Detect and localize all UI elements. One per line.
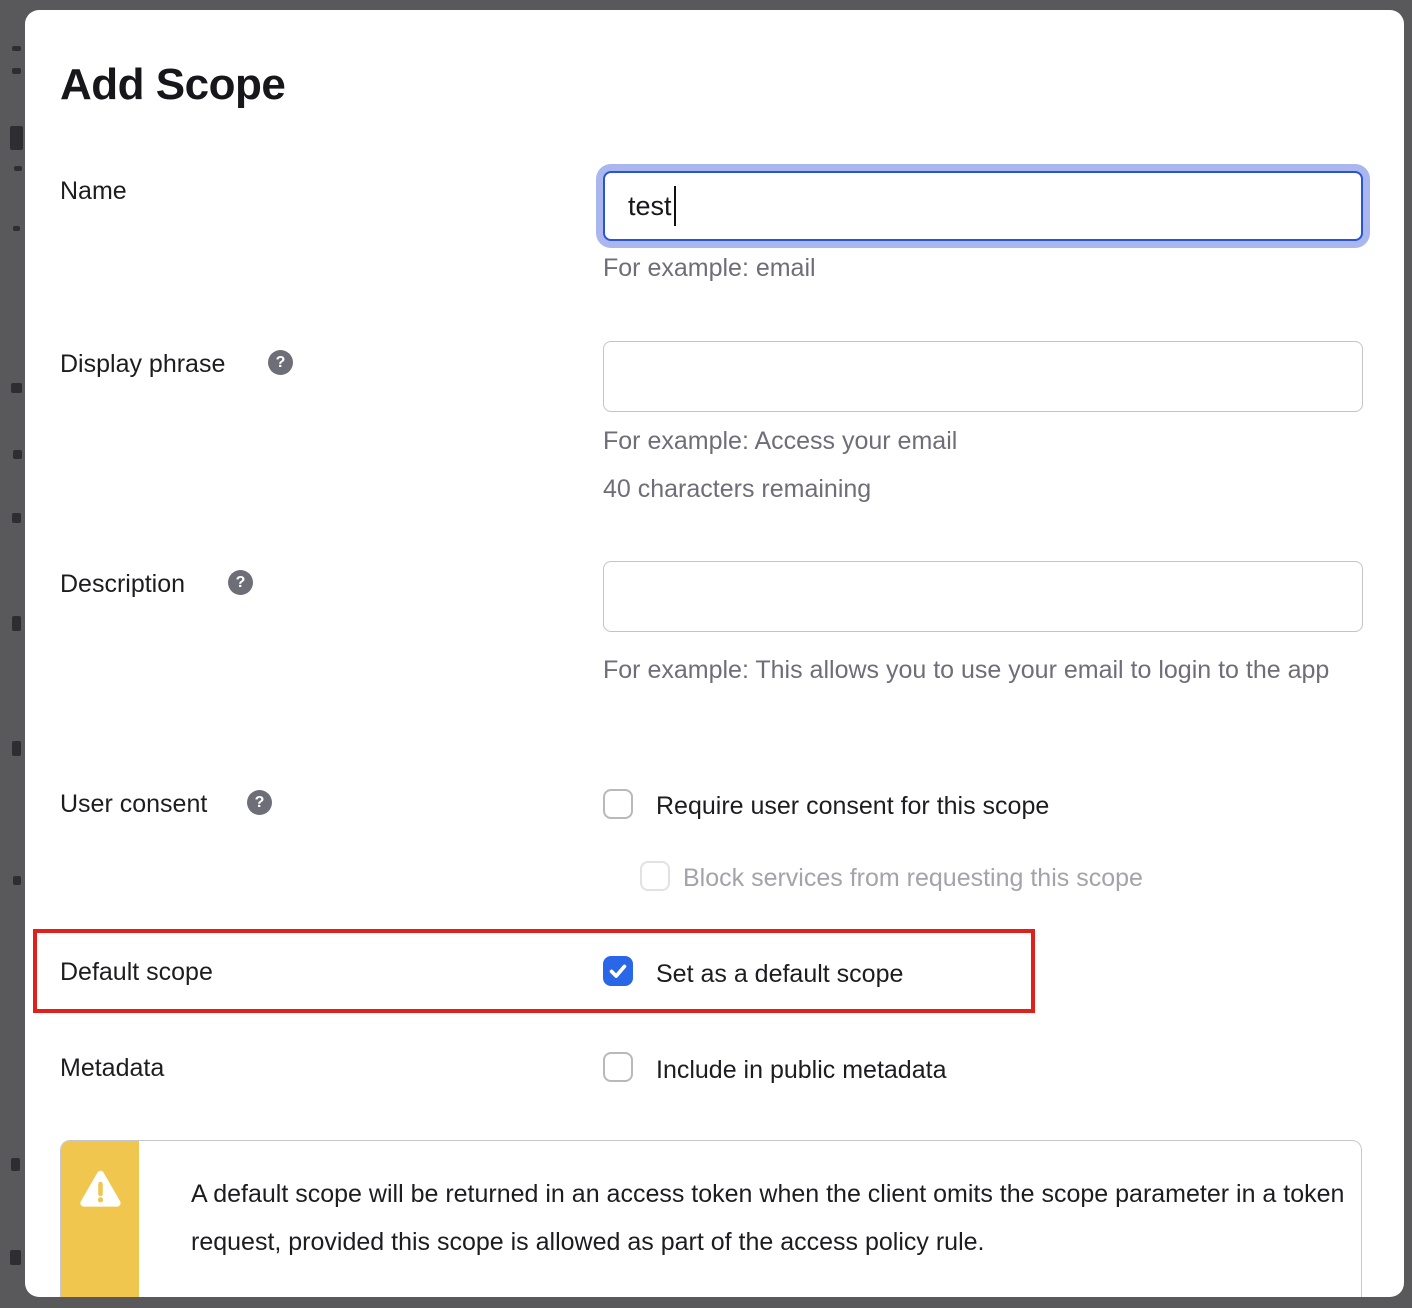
warning-triangle-icon <box>78 1169 123 1211</box>
require-user-consent-checkbox[interactable] <box>603 789 633 819</box>
name-input-value: test <box>628 191 672 222</box>
block-services-checkbox-label: Block services from requesting this scop… <box>683 864 1143 893</box>
characters-remaining-counter: 40 characters remaining <box>603 475 871 504</box>
display-phrase-label: Display phrase <box>60 350 225 379</box>
warning-stripe <box>61 1141 139 1297</box>
description-label: Description <box>60 570 185 599</box>
warning-text: A default scope will be returned in an a… <box>191 1171 1346 1266</box>
obscured-background-text-fragment <box>13 226 20 231</box>
include-public-metadata-checkbox[interactable] <box>603 1052 633 1082</box>
obscured-background-text-fragment <box>11 383 22 393</box>
add-scope-dialog: Add Scope Name test For example: email D… <box>25 10 1404 1297</box>
text-cursor <box>674 186 676 226</box>
description-input[interactable] <box>603 561 1363 632</box>
help-icon[interactable]: ? <box>228 570 253 595</box>
name-label: Name <box>60 177 127 206</box>
name-input[interactable]: test <box>603 171 1363 241</box>
modal-overlay: { "dialog": { "title": "Add Scope" }, "f… <box>0 0 1412 1308</box>
require-user-consent-checkbox-label[interactable]: Require user consent for this scope <box>656 792 1049 821</box>
obscured-background-text-fragment <box>11 1158 20 1171</box>
include-public-metadata-checkbox-label[interactable]: Include in public metadata <box>656 1056 946 1085</box>
set-default-scope-checkbox[interactable] <box>603 956 633 986</box>
default-scope-warning-banner: A default scope will be returned in an a… <box>60 1140 1362 1297</box>
display-phrase-hint: For example: Access your email <box>603 427 957 456</box>
help-icon[interactable]: ? <box>247 790 272 815</box>
obscured-background-text-fragment <box>14 166 22 171</box>
obscured-background-text-fragment <box>12 46 21 51</box>
block-services-checkbox <box>640 861 670 891</box>
obscured-background-text-fragment <box>13 450 22 459</box>
obscured-background-text-fragment <box>10 1250 21 1265</box>
description-hint: For example: This allows you to use your… <box>603 647 1348 695</box>
dialog-title: Add Scope <box>60 60 285 110</box>
default-scope-label: Default scope <box>60 958 213 987</box>
obscured-background-text-fragment <box>12 68 21 74</box>
help-icon[interactable]: ? <box>268 350 293 375</box>
metadata-label: Metadata <box>60 1054 164 1083</box>
display-phrase-input[interactable] <box>603 341 1363 412</box>
obscured-background-text-fragment <box>10 126 23 150</box>
obscured-background-text-fragment <box>12 513 21 523</box>
checkmark-icon <box>607 960 629 982</box>
name-hint: For example: email <box>603 254 816 283</box>
user-consent-label: User consent <box>60 790 207 819</box>
obscured-background-text-fragment <box>12 741 21 756</box>
obscured-background-text-fragment <box>12 616 21 631</box>
set-default-scope-checkbox-label[interactable]: Set as a default scope <box>656 960 903 989</box>
obscured-background-text-fragment <box>13 876 21 885</box>
